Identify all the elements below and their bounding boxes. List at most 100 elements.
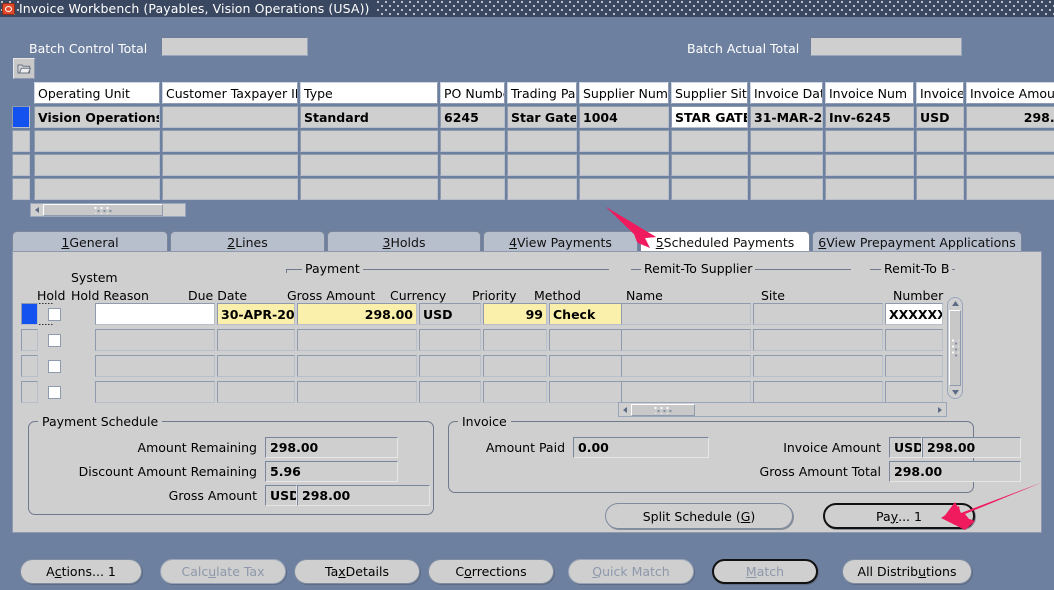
corrections-button[interactable]: Co rrections [428, 559, 554, 584]
tab-lines[interactable]: 2 Lines [170, 231, 325, 252]
invoice-grid-cell[interactable]: Standard [300, 106, 438, 128]
gross-amount-value[interactable]: 298.00 [297, 485, 430, 506]
invoice-amount-currency[interactable]: USD [889, 437, 922, 458]
invoice-grid-cell[interactable] [507, 130, 577, 152]
tab-holds[interactable]: 3 Holds [327, 231, 481, 252]
payment-cell-number[interactable] [885, 381, 943, 403]
record-indicator[interactable] [12, 106, 30, 128]
invoice-grid-column-header[interactable]: Invoice Amount [966, 82, 1054, 104]
scroll-left-arrow-icon[interactable] [31, 204, 43, 216]
payment-cell-name[interactable] [621, 303, 751, 325]
oracle-window-icon[interactable] [2, 2, 15, 15]
hold-checkbox-box[interactable] [47, 385, 61, 399]
payment-cell-due-date[interactable]: 30-APR-20 [217, 303, 295, 325]
payment-record-indicator[interactable] [21, 381, 38, 403]
payment-cell-site[interactable] [753, 355, 883, 377]
hold-checkbox[interactable] [43, 381, 65, 403]
invoice-grid-cell[interactable] [34, 178, 160, 200]
payment-cell-priority[interactable]: 99 [483, 303, 547, 325]
invoice-grid-cell[interactable]: Inv-6245 [825, 106, 914, 128]
payment-cell-gross-amount[interactable] [297, 329, 417, 351]
invoice-grid-cell[interactable]: Star Gate [507, 106, 577, 128]
discount-amount-remaining-value[interactable]: 5.96 [265, 461, 398, 482]
hold-checkbox-box[interactable] [47, 333, 61, 347]
payment-cell-hold-reason[interactable] [95, 329, 215, 351]
invoice-grid-cell[interactable]: 1004 [579, 106, 669, 128]
invoice-grid-cell[interactable] [916, 130, 964, 152]
hold-checkbox[interactable] [43, 329, 65, 351]
payment-cell-site[interactable] [753, 303, 883, 325]
payment-cell-hold-reason[interactable] [95, 355, 215, 377]
remit-scroll-left-arrow-icon[interactable] [619, 404, 631, 416]
payment-cell-method[interactable] [549, 381, 631, 403]
invoice-grid-horizontal-scrollbar[interactable] [30, 203, 186, 217]
gross-amount-total-value[interactable]: 298.00 [889, 461, 1021, 482]
invoice-grid-cell[interactable] [300, 154, 438, 176]
payment-record-indicator[interactable] [21, 329, 38, 351]
scroll-thumb[interactable] [43, 204, 163, 216]
scroll-up-arrow-icon[interactable] [951, 298, 960, 309]
invoice-grid-cell[interactable] [750, 178, 823, 200]
invoice-grid-cell[interactable] [34, 130, 160, 152]
payment-cell-priority[interactable] [483, 381, 547, 403]
invoice-grid-cell[interactable] [579, 130, 669, 152]
payment-cell-number[interactable] [885, 329, 943, 351]
payment-cell-number[interactable] [885, 355, 943, 377]
invoice-grid-cell[interactable] [750, 154, 823, 176]
invoice-grid-column-header[interactable]: Invoice Date [750, 82, 823, 104]
batch-actual-total-input[interactable] [810, 37, 962, 56]
payment-record-indicator[interactable] [21, 303, 38, 325]
invoice-grid-cell[interactable]: 31-MAR-2 [750, 106, 823, 128]
tab-general[interactable]: 1 General [12, 231, 168, 252]
invoice-grid-column-header[interactable]: Supplier Site [671, 82, 748, 104]
invoice-grid-cell[interactable]: Vision Operations [34, 106, 160, 128]
invoice-grid-cell[interactable] [825, 178, 914, 200]
payment-cell-due-date[interactable] [217, 355, 295, 377]
split-schedule-button[interactable]: Split Schedule (G) [605, 503, 793, 529]
payment-cell-due-date[interactable] [217, 329, 295, 351]
payment-cell-hold-reason[interactable] [95, 381, 215, 403]
invoice-grid-cell[interactable] [507, 178, 577, 200]
remit-horizontal-scrollbar[interactable] [618, 402, 947, 417]
invoice-grid-column-header[interactable]: Invoice Currency [916, 82, 964, 104]
payment-cell-currency[interactable]: USD [419, 303, 481, 325]
scroll-down-arrow-icon[interactable] [951, 387, 960, 398]
invoice-grid-column-header[interactable]: Type [300, 82, 438, 104]
remit-scroll-right-arrow-icon[interactable] [934, 404, 946, 416]
invoice-amount-value[interactable]: 298.00 [922, 437, 1021, 458]
payment-cell-hold-reason[interactable] [95, 303, 215, 325]
invoice-grid-cell[interactable] [162, 154, 298, 176]
amount-paid-value[interactable]: 0.00 [573, 437, 709, 458]
scroll-thumb-vertical[interactable] [949, 310, 961, 386]
payment-cell-number[interactable]: XXXXXX [885, 303, 943, 325]
invoice-grid-row[interactable] [12, 154, 1054, 178]
invoice-grid-cell[interactable] [750, 130, 823, 152]
tax-details-button[interactable]: Ta x Details [294, 559, 420, 584]
payment-cell-method[interactable] [549, 329, 631, 351]
invoice-grid-column-header[interactable]: Operating Unit [34, 82, 160, 104]
invoice-grid-cell[interactable] [440, 154, 505, 176]
invoice-grid-column-header[interactable]: Customer Taxpayer ID [162, 82, 298, 104]
invoice-grid-column-header[interactable]: Supplier Num [579, 82, 669, 104]
invoice-grid-column-header[interactable]: PO Number [440, 82, 505, 104]
invoice-grid-cell[interactable] [579, 154, 669, 176]
payment-record-indicator[interactable] [21, 355, 38, 377]
invoice-grid-cell[interactable] [671, 154, 748, 176]
invoice-grid-cell[interactable] [579, 178, 669, 200]
invoice-grid-cell[interactable] [671, 130, 748, 152]
payment-rows-vertical-scrollbar[interactable] [947, 297, 963, 399]
invoice-grid-cell[interactable] [300, 130, 438, 152]
hold-checkbox[interactable] [43, 355, 65, 377]
invoice-grid-cell[interactable] [162, 178, 298, 200]
payment-cell-site[interactable] [753, 329, 883, 351]
record-indicator[interactable] [12, 130, 30, 152]
open-folder-icon[interactable] [13, 58, 35, 79]
tab-view-payments[interactable]: 4 View Payments [483, 231, 638, 252]
payment-cell-gross-amount[interactable] [297, 355, 417, 377]
payment-cell-currency[interactable] [419, 355, 481, 377]
invoice-grid-cell[interactable] [671, 178, 748, 200]
invoice-grid-cell[interactable] [825, 154, 914, 176]
amount-remaining-value[interactable]: 298.00 [265, 437, 398, 458]
invoice-grid-cell[interactable] [162, 106, 298, 128]
gross-amount-currency[interactable]: USD [265, 485, 297, 506]
